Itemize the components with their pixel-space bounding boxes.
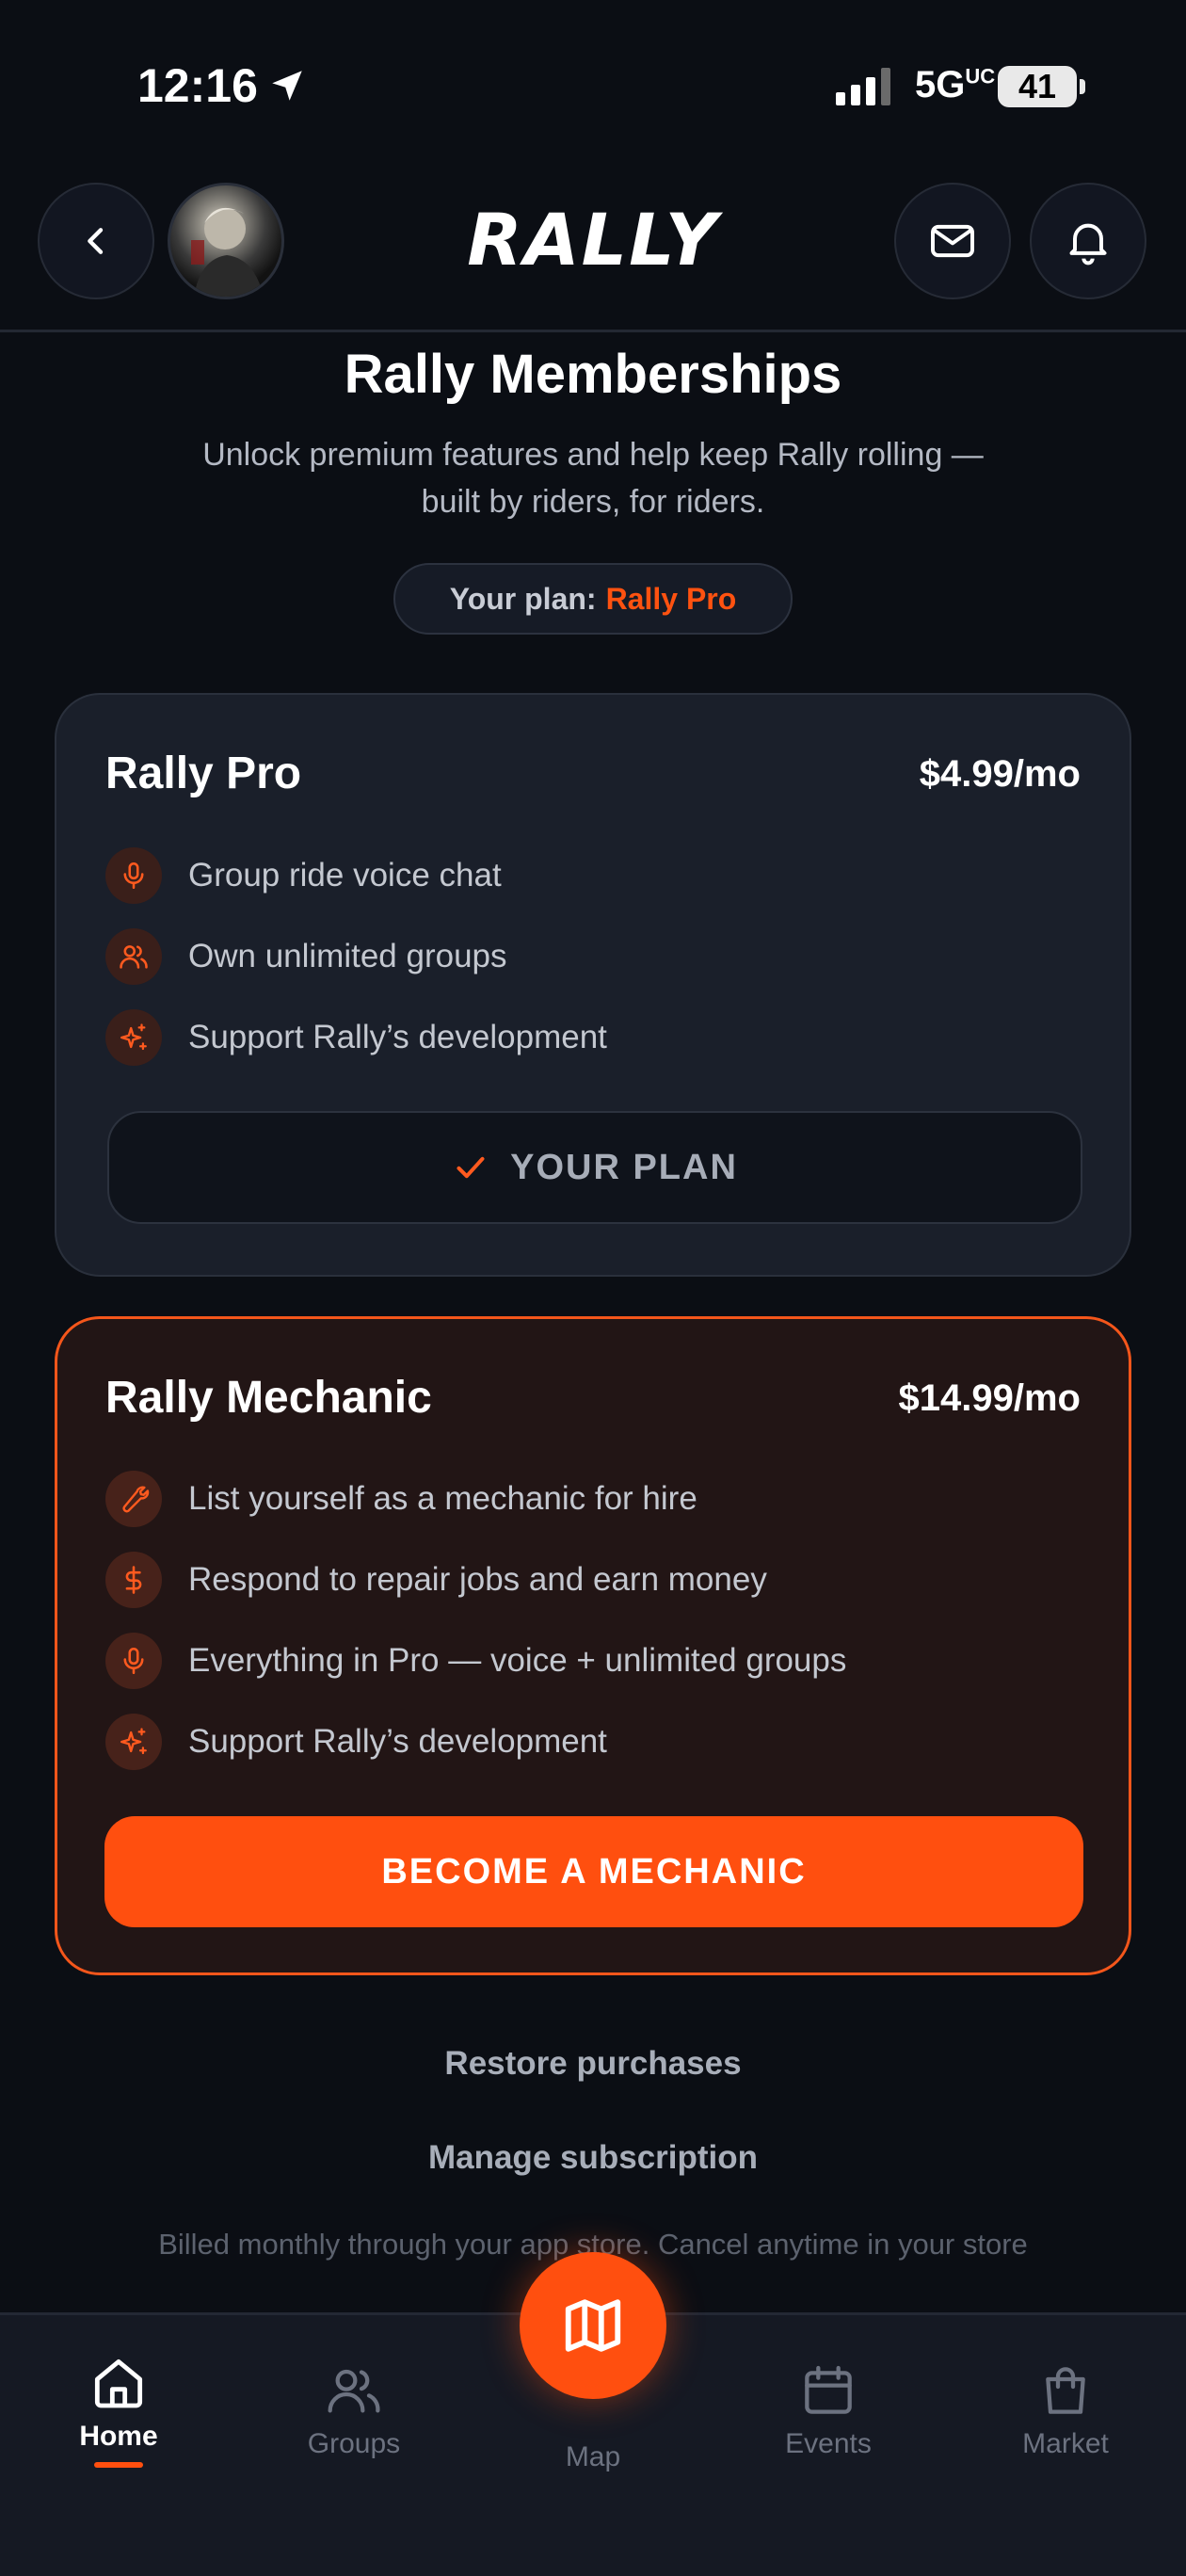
- your-plan-button[interactable]: YOUR PLAN: [107, 1111, 1082, 1224]
- notifications-button[interactable]: [1030, 183, 1146, 299]
- tab-market[interactable]: Market: [971, 2360, 1160, 2460]
- feature-text: Everything in Pro — voice + unlimited gr…: [188, 1642, 847, 1679]
- map-icon: [565, 2299, 621, 2352]
- avatar[interactable]: [168, 183, 284, 299]
- users-icon: [328, 2369, 380, 2413]
- plan-price: $4.99/mo: [919, 753, 1081, 795]
- wrench-icon: [105, 1471, 162, 1527]
- feature-text: Support Rally’s development: [188, 1019, 607, 1055]
- users-icon: [105, 928, 162, 985]
- current-plan-badge: Your plan: Rally Pro: [393, 563, 793, 635]
- location-arrow-icon: [272, 71, 302, 101]
- active-tab-indicator: [94, 2462, 143, 2468]
- feature-row: Support Rally’s development: [105, 1009, 607, 1066]
- tab-label: Map: [565, 2441, 621, 2472]
- check-icon: [457, 1156, 485, 1179]
- microphone-icon: [105, 1633, 162, 1689]
- restore-purchases-link[interactable]: Restore purchases: [0, 2045, 1186, 2083]
- tab-map-label[interactable]: Map: [499, 2434, 687, 2473]
- tab-label: Market: [1022, 2428, 1109, 2459]
- status-time: 12:16: [137, 59, 258, 112]
- plan-name: Rally Pro: [105, 749, 302, 798]
- map-button[interactable]: [520, 2252, 666, 2399]
- messages-button[interactable]: [894, 183, 1011, 299]
- page-title: Rally Memberships: [344, 344, 842, 405]
- become-mechanic-button[interactable]: BECOME A MECHANIC: [104, 1816, 1083, 1927]
- battery-tip: [1080, 79, 1085, 94]
- feature-text: Respond to repair jobs and earn money: [188, 1561, 767, 1598]
- feature-text: Support Rally’s development: [188, 1723, 607, 1760]
- plan-card-rally-mechanic: Rally Mechanic $14.99/mo List yourself a…: [55, 1316, 1131, 1975]
- feature-text: List yourself as a mechanic for hire: [188, 1480, 697, 1517]
- sparkles-icon: [105, 1714, 162, 1770]
- tab-home[interactable]: Home: [24, 2353, 213, 2468]
- sparkles-icon: [105, 1009, 162, 1066]
- dollar-icon: [105, 1552, 162, 1608]
- feature-row: Respond to repair jobs and earn money: [105, 1552, 767, 1608]
- home-icon: [94, 2359, 143, 2408]
- feature-row: Group ride voice chat: [105, 847, 502, 904]
- battery-indicator: 41: [998, 66, 1077, 107]
- calendar-icon: [805, 2365, 852, 2414]
- microphone-icon: [105, 847, 162, 904]
- signal-icon: [836, 68, 890, 105]
- bell-icon: [1069, 223, 1107, 266]
- your-plan-label: YOUR PLAN: [510, 1147, 738, 1187]
- tab-label: Events: [785, 2428, 872, 2459]
- chevron-left-icon: [88, 228, 104, 254]
- feature-row: Everything in Pro — voice + unlimited gr…: [105, 1633, 846, 1689]
- shopping-bag-icon: [1046, 2367, 1085, 2414]
- tab-label: Groups: [307, 2428, 401, 2459]
- back-button[interactable]: [38, 183, 154, 299]
- network-label: 5GUC: [915, 64, 996, 105]
- feature-text: Own unlimited groups: [188, 938, 507, 974]
- feature-row: List yourself as a mechanic for hire: [105, 1471, 697, 1527]
- feature-row: Support Rally’s development: [105, 1714, 607, 1770]
- plan-card-rally-pro: Rally Pro $4.99/mo Group ride voice chat…: [55, 693, 1131, 1277]
- plan-name: Rally Mechanic: [105, 1373, 432, 1423]
- tab-groups[interactable]: Groups: [260, 2360, 448, 2460]
- app-logo: RALLY: [467, 198, 719, 282]
- tab-events[interactable]: Events: [734, 2360, 922, 2460]
- page-subtitle: Unlock premium features and help keep Ra…: [202, 437, 984, 520]
- manage-subscription-link[interactable]: Manage subscription: [0, 2139, 1186, 2177]
- mail-icon: [931, 224, 974, 258]
- feature-text: Group ride voice chat: [188, 857, 502, 894]
- header-divider: [0, 330, 1186, 332]
- tab-label: Home: [79, 2421, 158, 2452]
- avatar-image: [191, 207, 264, 297]
- feature-row: Own unlimited groups: [105, 928, 507, 985]
- plan-price: $14.99/mo: [898, 1377, 1081, 1419]
